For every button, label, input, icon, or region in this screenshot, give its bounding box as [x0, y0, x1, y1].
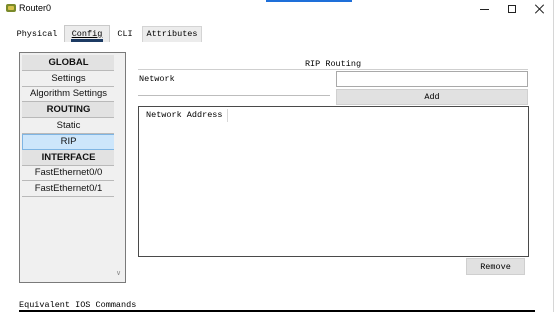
divider	[138, 95, 330, 96]
column-header-label: Network Address	[146, 110, 223, 120]
tab-label: Config	[71, 29, 103, 39]
network-address-list[interactable]: Network Address	[138, 106, 529, 257]
title-bar: Router0	[0, 0, 554, 18]
chevron-down-icon[interactable]: ∨	[116, 270, 121, 277]
nav-header-global: GLOBAL	[22, 55, 115, 71]
nav-list: GLOBAL Settings Algorithm Settings ROUTI…	[22, 55, 115, 198]
tab-label: Attributes	[146, 29, 198, 39]
tab-label: Physical	[16, 29, 58, 39]
divider	[138, 69, 528, 70]
tab-config[interactable]: Config	[64, 25, 110, 42]
tab-cli[interactable]: CLI	[112, 27, 138, 42]
maximize-icon	[508, 5, 516, 13]
nav-header-interface: INTERFACE	[22, 149, 115, 166]
minimize-button[interactable]	[470, 0, 498, 18]
nav-item-settings[interactable]: Settings	[22, 70, 115, 87]
remove-button[interactable]: Remove	[466, 258, 525, 275]
nav-header-routing: ROUTING	[22, 102, 115, 119]
network-label: Network	[139, 74, 175, 84]
close-icon	[535, 4, 545, 14]
nav-item-fastethernet0-0[interactable]: FastEthernet0/0	[22, 165, 115, 182]
config-nav: GLOBAL Settings Algorithm Settings ROUTI…	[19, 52, 126, 283]
close-button[interactable]	[526, 0, 554, 18]
tab-label: CLI	[117, 29, 133, 39]
rip-title: RIP Routing	[304, 59, 362, 69]
router-icon	[6, 3, 16, 13]
equivalent-ios-commands-label: Equivalent IOS Commands	[19, 300, 137, 310]
nav-item-rip[interactable]: RIP	[22, 133, 115, 150]
minimize-icon	[479, 8, 489, 10]
window-title: Router0	[19, 3, 52, 13]
tab-attributes[interactable]: Attributes	[142, 26, 202, 42]
network-input[interactable]	[336, 71, 528, 87]
nav-item-fastethernet0-1[interactable]: FastEthernet0/1	[22, 181, 115, 198]
title-accent	[266, 0, 352, 2]
nav-scrollbar[interactable]: ∨	[114, 54, 124, 281]
column-header-network-address: Network Address	[142, 109, 228, 122]
nav-item-algorithm-settings[interactable]: Algorithm Settings	[22, 86, 115, 103]
add-button[interactable]: Add	[336, 89, 528, 105]
maximize-button[interactable]	[498, 0, 526, 18]
tab-physical[interactable]: Physical	[12, 27, 62, 42]
nav-item-static[interactable]: Static	[22, 118, 115, 134]
